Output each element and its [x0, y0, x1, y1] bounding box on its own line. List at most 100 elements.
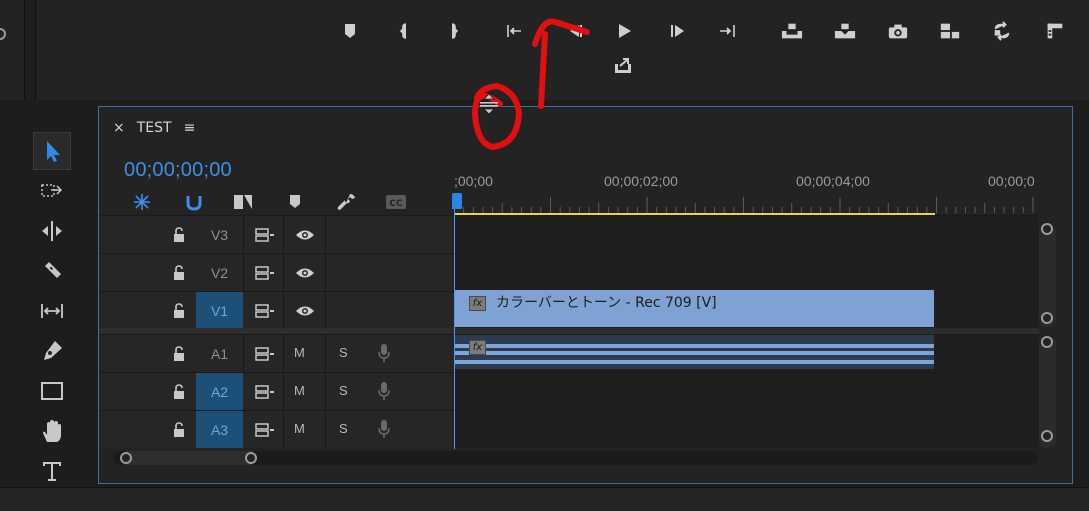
track-name[interactable]: A3 [196, 411, 243, 448]
video-vertical-scrollbar[interactable] [1039, 223, 1056, 327]
extract-icon[interactable] [831, 18, 859, 44]
scroll-knob[interactable] [1041, 312, 1053, 324]
track-name[interactable]: A1 [196, 335, 243, 372]
video-clip[interactable]: fx カラーバーとトーン - Rec 709 [V] [454, 290, 934, 327]
eye-icon[interactable] [295, 265, 315, 281]
eye-icon[interactable] [295, 227, 315, 243]
snap-magnet-icon[interactable] [181, 191, 207, 213]
wrench-icon[interactable] [333, 191, 359, 213]
panel-menu-icon[interactable]: ≡ [184, 120, 196, 136]
microphone-icon[interactable] [377, 343, 391, 363]
track-content[interactable] [454, 411, 1039, 448]
step-forward-icon[interactable] [664, 18, 692, 44]
track-content[interactable] [454, 373, 1039, 410]
track-v3: V3 [99, 215, 1039, 253]
divider [243, 254, 244, 291]
track-content[interactable] [454, 216, 1039, 253]
captions-icon[interactable]: CC [383, 191, 409, 213]
divider [283, 254, 284, 291]
linked-selection-icon[interactable] [230, 191, 256, 213]
divider [325, 411, 326, 448]
mute-button[interactable]: M [294, 421, 305, 436]
mute-button[interactable]: M [294, 345, 305, 360]
pen-tool-icon[interactable] [33, 332, 71, 370]
source-panel-edge [0, 0, 25, 100]
divider [283, 373, 284, 410]
export-icon[interactable] [609, 52, 637, 78]
play-icon[interactable] [610, 18, 638, 44]
divider [283, 411, 284, 448]
audio-clip[interactable]: fx [454, 335, 934, 369]
lock-icon[interactable] [171, 227, 187, 243]
divider [325, 335, 326, 372]
razor-tool-icon[interactable] [33, 252, 71, 290]
timeline-panel: × TEST ≡ 00;00;00;00 CC ;00;00 00;00;02;… [98, 106, 1073, 484]
mute-button[interactable]: M [294, 383, 305, 398]
scroll-thumb[interactable] [126, 451, 253, 465]
playhead-handle[interactable] [452, 193, 462, 209]
track-content[interactable] [454, 254, 1039, 291]
selection-tool-icon[interactable] [33, 132, 71, 170]
lock-icon[interactable] [171, 384, 187, 400]
slip-tool-icon[interactable] [33, 292, 71, 330]
camera-icon[interactable] [884, 18, 912, 44]
fx-badge: fx [469, 296, 486, 311]
ruler-label: 00;00;0 [988, 173, 1035, 189]
scroll-knob[interactable] [1041, 336, 1053, 348]
solo-button[interactable]: S [339, 345, 348, 360]
scroll-knob[interactable] [1041, 430, 1053, 442]
lift-icon[interactable] [778, 18, 806, 44]
panel-knob[interactable] [0, 28, 6, 40]
go-to-out-icon[interactable] [713, 18, 741, 44]
track-name[interactable]: V2 [196, 254, 243, 291]
hand-tool-icon[interactable] [33, 412, 71, 450]
microphone-icon[interactable] [377, 381, 391, 401]
scroll-knob[interactable] [1041, 223, 1053, 235]
overwrite-icon[interactable] [988, 18, 1016, 44]
microphone-icon[interactable] [377, 419, 391, 439]
mark-in-icon[interactable] [391, 18, 419, 44]
mark-out-icon[interactable] [439, 18, 467, 44]
track-header: A2 M S [99, 373, 454, 410]
sync-lock-icon[interactable] [254, 346, 276, 362]
track-select-tool-icon[interactable] [33, 172, 71, 210]
sequence-name[interactable]: TEST [137, 120, 172, 136]
eye-icon[interactable] [295, 303, 315, 319]
lock-icon[interactable] [171, 303, 187, 319]
time-ruler[interactable]: ;00;00 00;00;02;00 00;00;04;00 00;00;0 [454, 167, 1039, 217]
lock-icon[interactable] [171, 346, 187, 362]
track-name[interactable]: V1 [196, 292, 243, 329]
type-tool-icon[interactable] [33, 452, 71, 490]
trim-icon[interactable] [1041, 18, 1069, 44]
divider [243, 216, 244, 253]
solo-button[interactable]: S [339, 383, 348, 398]
premiere-pro-window: × TEST ≡ 00;00;00;00 CC ;00;00 00;00;02;… [0, 0, 1089, 511]
lock-icon[interactable] [171, 265, 187, 281]
sync-lock-icon[interactable] [254, 265, 276, 281]
lock-icon[interactable] [171, 422, 187, 438]
insert-icon[interactable] [936, 18, 964, 44]
add-marker-icon[interactable] [282, 191, 308, 213]
track-name[interactable]: A2 [196, 373, 243, 410]
playhead-timecode[interactable]: 00;00;00;00 [124, 159, 232, 182]
zoom-handle-left[interactable] [120, 452, 132, 464]
monitor-controls-panel [35, 0, 1089, 100]
close-icon[interactable]: × [113, 120, 125, 136]
audio-waveform [454, 351, 934, 355]
divider [325, 373, 326, 410]
rectangle-tool-icon[interactable] [33, 372, 71, 410]
sequence-tab[interactable]: × TEST ≡ [113, 119, 195, 137]
track-name[interactable]: V3 [196, 216, 243, 253]
ripple-edit-tool-icon[interactable] [33, 212, 71, 250]
step-back-icon[interactable] [561, 18, 589, 44]
go-to-in-icon[interactable] [501, 18, 529, 44]
solo-button[interactable]: S [339, 421, 348, 436]
zoom-handle-right[interactable] [245, 452, 257, 464]
audio-vertical-scrollbar[interactable] [1039, 336, 1056, 448]
sync-lock-icon[interactable] [254, 422, 276, 438]
sync-lock-icon[interactable] [254, 227, 276, 243]
nest-icon[interactable] [129, 191, 155, 213]
sync-lock-icon[interactable] [254, 384, 276, 400]
sync-lock-icon[interactable] [254, 303, 276, 319]
marker-icon[interactable] [336, 18, 364, 44]
